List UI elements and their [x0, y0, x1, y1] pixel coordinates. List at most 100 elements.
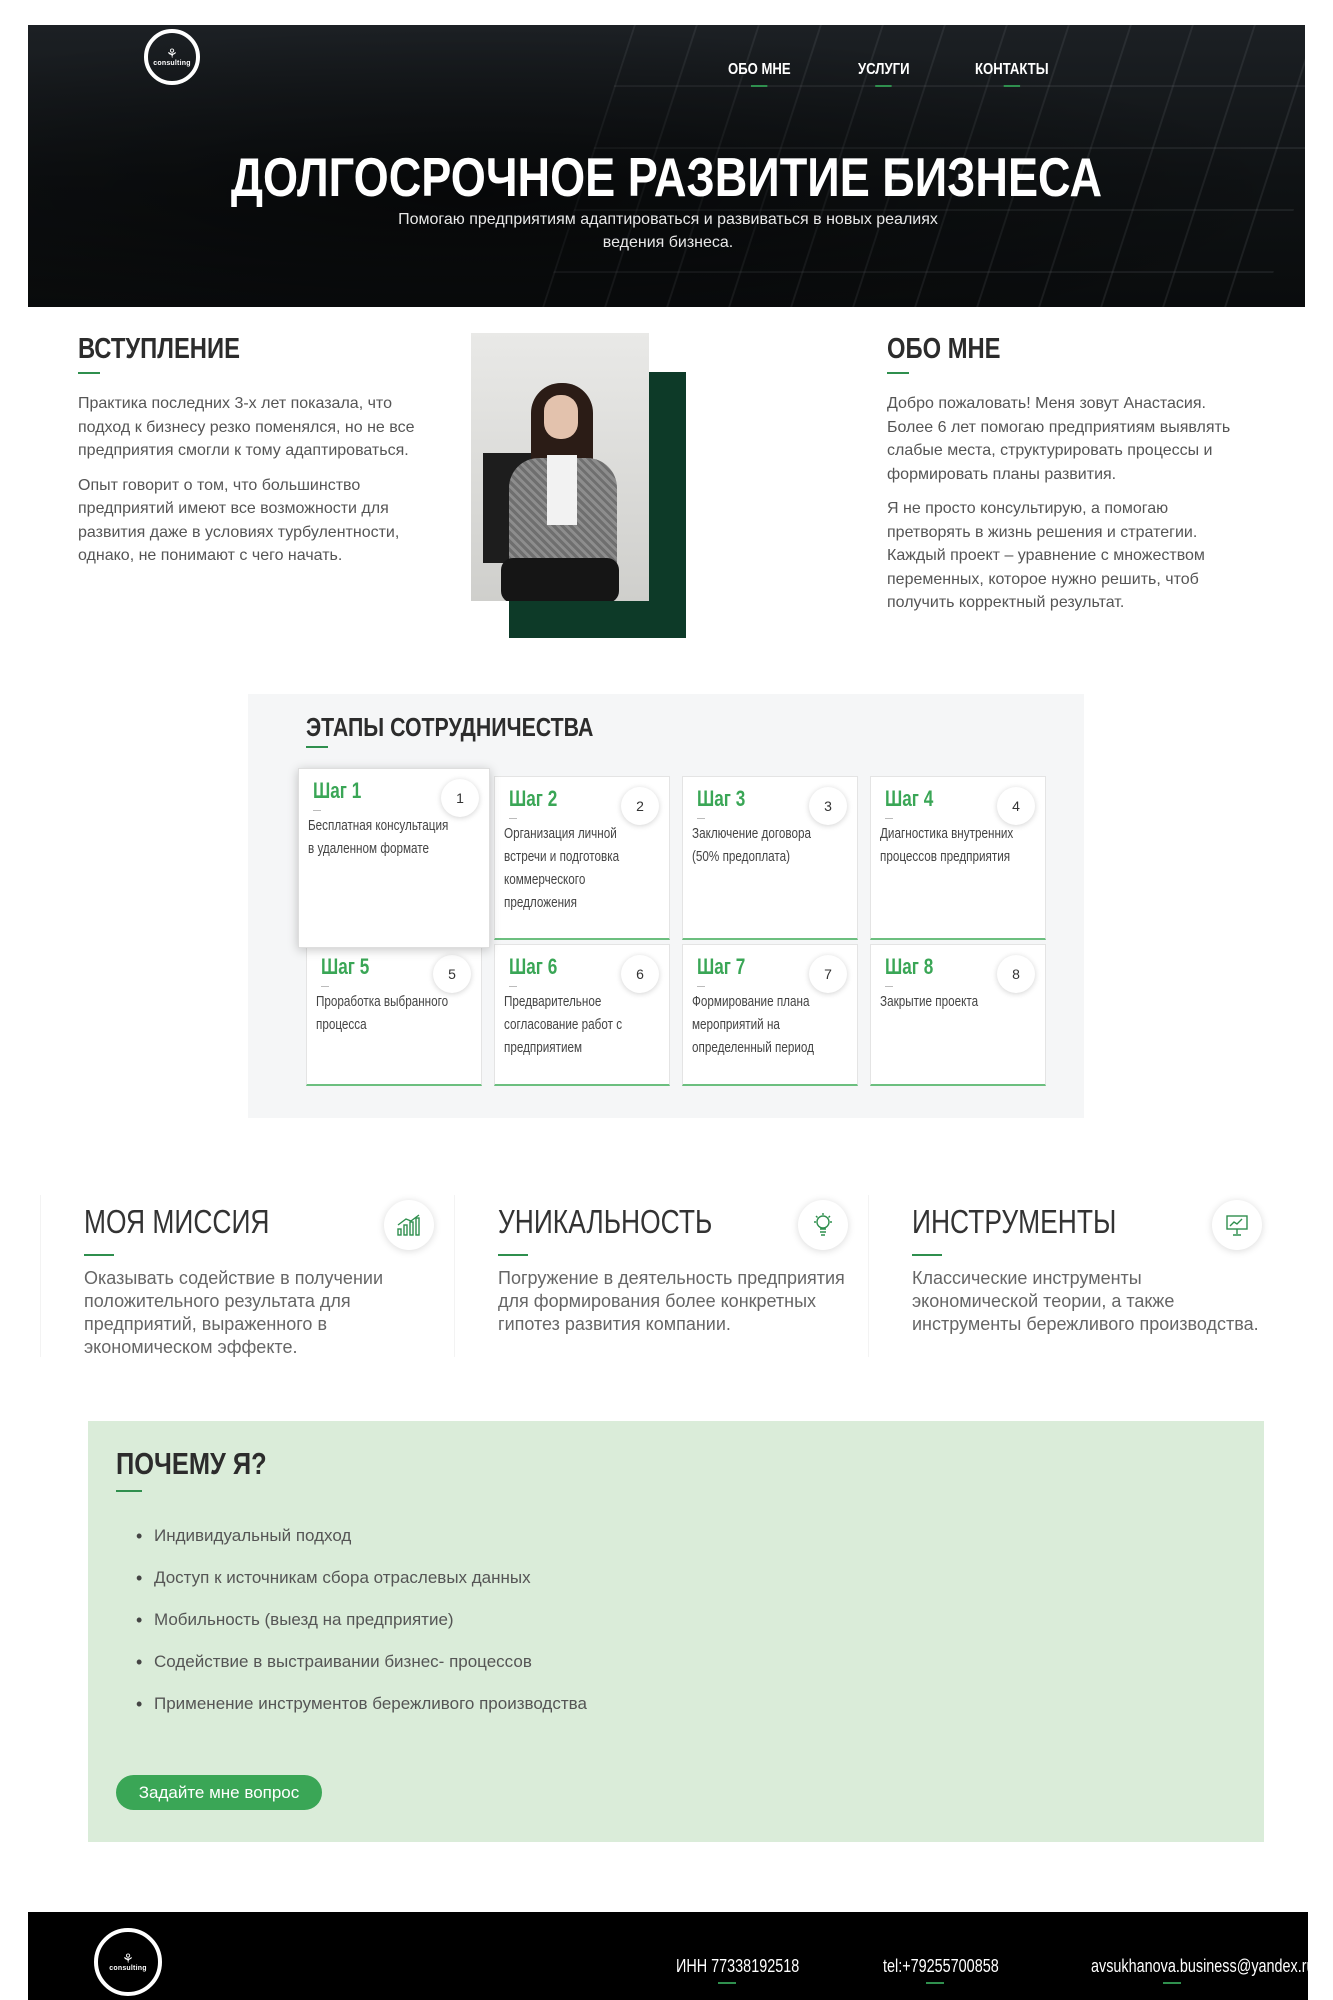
feature-tools: ИНСТРУМЕНТЫ Классические инструменты эко…	[868, 1195, 1280, 1357]
step-title-underline	[885, 986, 893, 987]
logo[interactable]: ⚘ consulting	[144, 29, 200, 85]
step-description: Заключение договора (50% предоплата)	[692, 825, 811, 865]
hero-banner: ⚘ consulting ОБО МНЕ УСЛУГИ КОНТАКТЫ ДОЛ…	[28, 25, 1305, 307]
step-card-7[interactable]: Шаг 7 7 Формирование плана мероприятий н…	[682, 944, 858, 1086]
step-title-underline	[697, 818, 705, 819]
why-heading: ПОЧЕМУ Я?	[116, 1446, 267, 1481]
footer-phone-link[interactable]: tel:+79255700858	[883, 1956, 999, 1977]
step-card-1[interactable]: Шаг 1 1 Бесплатная консультация в удален…	[298, 768, 490, 948]
feature-title-underline	[912, 1254, 942, 1256]
nav-services[interactable]: УСЛУГИ	[858, 61, 910, 87]
step-number-badge: 4	[997, 787, 1035, 825]
about-paragraph-1: Добро пожаловать! Меня зовут Анастасия. …	[887, 395, 1231, 483]
step-card-8[interactable]: Шаг 8 8 Закрытие проекта	[870, 944, 1046, 1086]
step-card-3[interactable]: Шаг 3 3 Заключение договора (50% предопл…	[682, 776, 858, 940]
steps-heading: ЭТАПЫ СОТРУДНИЧЕСТВА	[306, 712, 594, 742]
step-title: Шаг 5	[321, 954, 370, 979]
logo-word: consulting	[153, 59, 191, 67]
intro-section: ВСТУПЛЕНИЕ Практика последних 3-х лет по…	[78, 333, 418, 568]
lightbulb-icon	[798, 1200, 848, 1250]
why-list-item: Индивидуальный подход	[136, 1526, 587, 1568]
step-card-2[interactable]: Шаг 2 2 Организация личной встречи и под…	[494, 776, 670, 940]
footer: ⚘ consulting ИНН 77338192518 tel:+792557…	[28, 1912, 1315, 2000]
why-list: Индивидуальный подход Доступ к источника…	[136, 1526, 587, 1736]
step-title-underline	[509, 986, 517, 987]
step-title-underline	[697, 986, 705, 987]
footer-email-link[interactable]: avsukhanova.business@yandex.ru	[1091, 1956, 1315, 1977]
footer-email-underline	[1163, 1982, 1181, 1984]
step-number-badge: 3	[809, 787, 847, 825]
feature-mission: МОЯ МИССИЯ Оказывать содействие в получе…	[40, 1195, 452, 1357]
step-title-underline	[509, 818, 517, 819]
step-description: Предварительное согласование работ с пре…	[504, 993, 623, 1056]
step-number-badge: 1	[441, 779, 479, 817]
intro-paragraph-2: Опыт говорит о том, что большинство пред…	[78, 476, 400, 565]
why-list-item: Доступ к источникам сбора отраслевых дан…	[136, 1568, 587, 1610]
step-description: Бесплатная консультация в удаленном форм…	[308, 817, 449, 857]
photo-shirt	[547, 455, 577, 525]
hero-subtitle: Помогаю предприятиям адаптироваться и ра…	[398, 211, 938, 251]
about-paragraph-2: Я не просто консультирую, а помогаю прет…	[887, 500, 1205, 611]
step-description: Закрытие проекта	[880, 993, 979, 1010]
footer-phone-underline	[926, 1982, 944, 1984]
photo-face	[544, 395, 578, 439]
step-card-4[interactable]: Шаг 4 4 Диагностика внутренних процессов…	[870, 776, 1046, 940]
ask-question-button[interactable]: Задайте мне вопрос	[116, 1775, 322, 1810]
hero-title: ДОЛГОСРОЧНОЕ РАЗВИТИЕ БИЗНЕСА	[230, 146, 1103, 208]
intro-text: Практика последних 3-х лет показала, что…	[78, 392, 418, 568]
main-nav: ОБО МНЕ УСЛУГИ КОНТАКТЫ	[728, 61, 1065, 87]
nav-contacts[interactable]: КОНТАКТЫ	[975, 61, 1049, 87]
logo-mark-icon: ⚘	[166, 45, 178, 61]
why-heading-underline	[116, 1490, 142, 1492]
feature-uniqueness: УНИКАЛЬНОСТЬ Погружение в деятельность п…	[454, 1195, 866, 1357]
about-heading: ОБО МНЕ	[887, 333, 1001, 365]
growth-chart-icon	[384, 1200, 434, 1250]
step-number-badge: 2	[621, 787, 659, 825]
footer-inn: ИНН 77338192518	[676, 1956, 800, 1976]
step-card-6[interactable]: Шаг 6 6 Предварительное согласование раб…	[494, 944, 670, 1086]
step-number-badge: 5	[433, 955, 471, 993]
intro-paragraph-1: Практика последних 3-х лет показала, что…	[78, 395, 415, 459]
step-title-underline	[321, 986, 329, 987]
step-description: Диагностика внутренних процессов предпри…	[880, 825, 1014, 865]
footer-inn-underline	[718, 1982, 736, 1984]
portrait-photo	[471, 333, 649, 601]
nav-about[interactable]: ОБО МНЕ	[728, 61, 791, 87]
step-title: Шаг 1	[313, 778, 362, 803]
feature-description: Классические инструменты экономической т…	[912, 1268, 1259, 1334]
presentation-board-icon	[1212, 1200, 1262, 1250]
intro-heading-underline	[78, 372, 100, 374]
about-heading-underline	[887, 372, 909, 374]
step-title-underline	[313, 810, 321, 811]
feature-title-underline	[84, 1254, 114, 1256]
step-title: Шаг 3	[697, 786, 746, 811]
step-number-badge: 7	[809, 955, 847, 993]
step-number-badge: 6	[621, 955, 659, 993]
step-title: Шаг 6	[509, 954, 558, 979]
about-section: ОБО МНЕ Добро пожаловать! Меня зовут Ана…	[887, 333, 1232, 615]
step-title: Шаг 8	[885, 954, 934, 979]
step-title: Шаг 2	[509, 786, 558, 811]
why-list-item: Применение инструментов бережливого прои…	[136, 1694, 587, 1736]
why-list-item: Мобильность (выезд на предприятие)	[136, 1610, 587, 1652]
footer-logo[interactable]: ⚘ consulting	[94, 1928, 162, 1996]
why-list-item: Содействие в выстраивании бизнес- процес…	[136, 1652, 587, 1694]
steps-section: ЭТАПЫ СОТРУДНИЧЕСТВА Шаг 1 1 Бесплатная …	[248, 694, 1084, 1118]
step-description: Проработка выбранного процесса	[316, 993, 449, 1033]
feature-title: МОЯ МИССИЯ	[84, 1203, 270, 1240]
step-card-5[interactable]: Шаг 5 5 Проработка выбранного процесса	[306, 944, 482, 1086]
step-title-underline	[885, 818, 893, 819]
photo-legs	[501, 558, 619, 601]
steps-heading-underline	[306, 746, 328, 748]
logo-mark-icon: ⚘	[122, 1950, 134, 1966]
feature-description: Оказывать содействие в получении положит…	[84, 1268, 383, 1357]
feature-title-underline	[498, 1254, 528, 1256]
step-description: Организация личной встречи и подготовка …	[504, 825, 620, 911]
feature-title: ИНСТРУМЕНТЫ	[912, 1203, 1117, 1240]
feature-description: Погружение в деятельность предприятия дл…	[498, 1268, 845, 1334]
feature-title: УНИКАЛЬНОСТЬ	[498, 1203, 713, 1240]
step-title: Шаг 7	[697, 954, 746, 979]
about-text: Добро пожаловать! Меня зовут Анастасия. …	[887, 392, 1232, 615]
step-number-badge: 8	[997, 955, 1035, 993]
why-me-section: ПОЧЕМУ Я? Индивидуальный подход Доступ к…	[88, 1421, 1264, 1842]
